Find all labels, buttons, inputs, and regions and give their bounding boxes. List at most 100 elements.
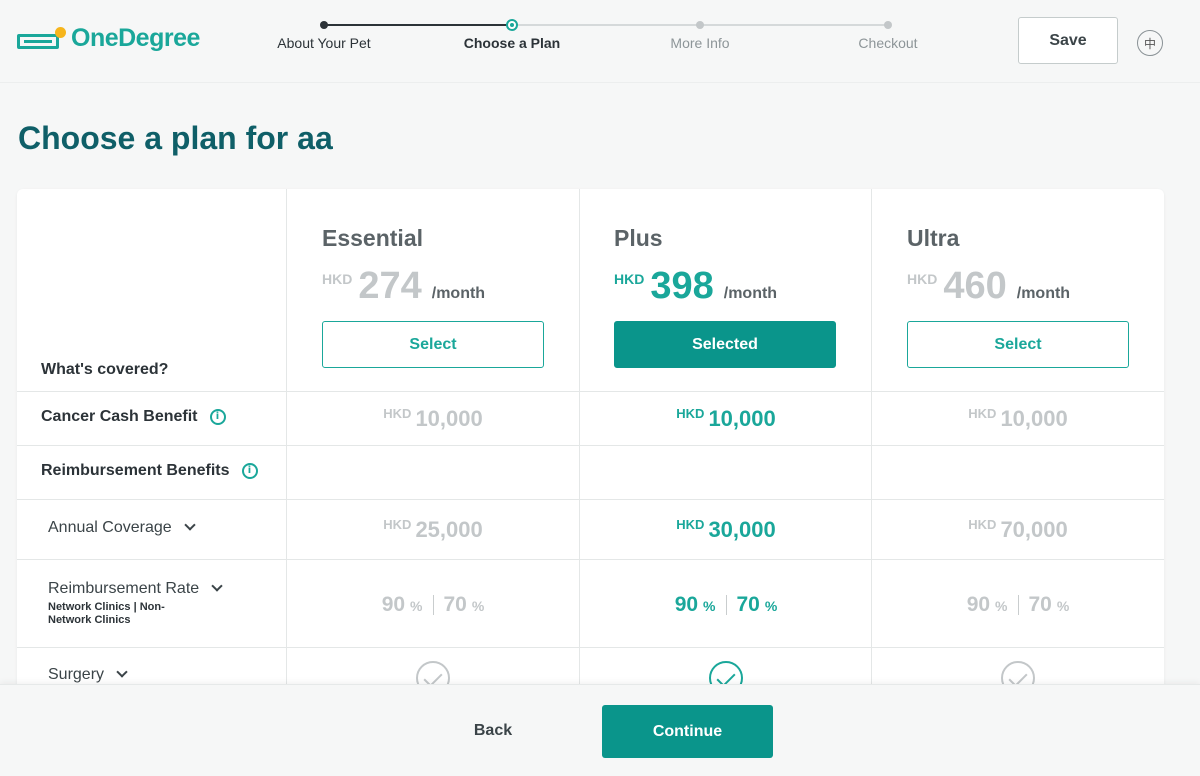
top-header: OneDegree About Your Pet Choose a Plan M…: [0, 0, 1200, 83]
step-more-info: More Info: [620, 18, 780, 51]
logo-mark-icon: [17, 27, 66, 50]
price-period: /month: [723, 285, 778, 302]
step-dot-icon: [320, 21, 328, 29]
row-label-text: Reimbursement Benefits: [41, 462, 230, 479]
column-divider: [286, 189, 287, 709]
value-currency: HKD: [676, 517, 705, 532]
step-about-your-pet[interactable]: About Your Pet: [244, 18, 404, 51]
plan-name-ultra: Ultra: [907, 225, 960, 251]
percent-sign: %: [471, 598, 485, 614]
percent-sign: %: [703, 598, 716, 614]
rate-non-network: 70: [736, 593, 760, 616]
save-button[interactable]: Save: [1018, 17, 1118, 64]
annual-value-essential: HKD 25,000: [287, 517, 579, 543]
chevron-down-icon: [116, 666, 128, 678]
logo-text: OneDegree: [71, 24, 200, 52]
row-surgery[interactable]: Surgery: [48, 666, 128, 684]
progress-stepper: About Your Pet Choose a Plan More Info C…: [250, 18, 950, 58]
price-currency: HKD: [322, 271, 353, 287]
chevron-down-icon: [183, 519, 196, 531]
page-title: Choose a plan for aa: [18, 120, 333, 156]
plan-comparison-table: What's covered? Essential HKD 274 /month…: [17, 189, 1164, 709]
selected-plus-button[interactable]: Selected: [614, 321, 836, 368]
value-currency: HKD: [968, 406, 997, 421]
cancer-value-essential: HKD 10,000: [287, 406, 579, 432]
value-amount: 25,000: [415, 517, 483, 542]
value-currency: HKD: [968, 517, 997, 532]
row-label-text: Reimbursement Rate: [48, 580, 200, 597]
select-essential-button[interactable]: Select: [322, 321, 544, 368]
value-amount: 10,000: [415, 406, 483, 431]
rate-network: 90: [381, 593, 406, 616]
rate-separator: [725, 595, 727, 615]
row-label-text: Surgery: [48, 666, 105, 683]
annual-value-ultra: HKD 70,000: [872, 517, 1164, 543]
value-amount: 30,000: [708, 517, 776, 542]
row-divider: [17, 499, 1164, 500]
row-annual-coverage[interactable]: Annual Coverage: [48, 519, 196, 537]
row-divider: [17, 559, 1164, 560]
column-divider: [579, 189, 580, 709]
row-reimbursement-rate[interactable]: Reimbursement Rate: [48, 580, 223, 598]
chevron-down-icon: [211, 580, 223, 592]
percent-sign: %: [410, 598, 423, 614]
step-label: More Info: [670, 35, 730, 51]
rate-network: 90: [966, 593, 991, 616]
onedegree-logo[interactable]: OneDegree: [17, 24, 200, 53]
price-period: /month: [1016, 285, 1071, 302]
step-checkout: Checkout: [808, 18, 968, 51]
row-cancer-cash-benefit: Cancer Cash Benefit i: [41, 408, 226, 426]
step-current-icon: [506, 19, 518, 31]
row-divider: [17, 391, 1164, 392]
column-divider: [871, 189, 872, 709]
row-divider: [17, 445, 1164, 446]
annual-value-plus: HKD 30,000: [580, 517, 872, 543]
plan-price-plus: HKD 398 /month: [614, 265, 777, 308]
rate-non-network: 70: [443, 593, 467, 616]
plan-name-essential: Essential: [322, 225, 423, 251]
value-amount: 10,000: [1000, 406, 1068, 431]
plan-price-essential: HKD 274 /month: [322, 265, 485, 308]
row-label-text: Annual Coverage: [48, 519, 172, 536]
value-currency: HKD: [676, 406, 705, 421]
language-toggle-button[interactable]: 中: [1137, 30, 1163, 56]
rate-value-plus: 90% 70%: [580, 593, 872, 617]
cancer-value-ultra: HKD 10,000: [872, 406, 1164, 432]
info-icon[interactable]: i: [209, 409, 226, 425]
percent-sign: %: [1056, 598, 1070, 614]
row-label-text: Cancer Cash Benefit: [41, 408, 198, 425]
rate-non-network: 70: [1028, 593, 1052, 616]
percent-sign: %: [995, 598, 1008, 614]
whats-covered-heading: What's covered?: [41, 361, 169, 378]
step-label: About Your Pet: [277, 35, 371, 51]
value-currency: HKD: [383, 406, 412, 421]
step-choose-a-plan: Choose a Plan: [432, 18, 592, 51]
rate-value-essential: 90% 70%: [287, 593, 579, 617]
row-divider: [17, 647, 1164, 648]
select-ultra-button[interactable]: Select: [907, 321, 1129, 368]
continue-button[interactable]: Continue: [602, 705, 773, 758]
price-period: /month: [431, 285, 486, 302]
price-amount: 460: [943, 265, 1007, 307]
price-currency: HKD: [614, 271, 645, 287]
value-amount: 70,000: [1000, 517, 1068, 542]
percent-sign: %: [764, 598, 778, 614]
row-reimbursement-benefits: Reimbursement Benefits i: [41, 462, 258, 480]
rate-value-ultra: 90% 70%: [872, 593, 1164, 617]
rate-note: Network Clinics | Non-Network Clinics: [48, 601, 165, 626]
price-amount: 398: [650, 265, 714, 307]
step-label: Checkout: [858, 35, 918, 51]
info-icon[interactable]: i: [241, 463, 258, 479]
bottom-action-bar: Back Continue: [0, 684, 1200, 776]
plan-name-plus: Plus: [614, 225, 663, 251]
rate-network: 90: [674, 593, 699, 616]
value-currency: HKD: [383, 517, 412, 532]
cancer-value-plus: HKD 10,000: [580, 406, 872, 432]
back-button[interactable]: Back: [443, 705, 543, 757]
step-label: Choose a Plan: [463, 35, 561, 51]
rate-separator: [432, 595, 434, 615]
value-amount: 10,000: [708, 406, 776, 431]
price-amount: 274: [358, 265, 422, 307]
rate-separator: [1017, 595, 1019, 615]
plan-price-ultra: HKD 460 /month: [907, 265, 1070, 308]
